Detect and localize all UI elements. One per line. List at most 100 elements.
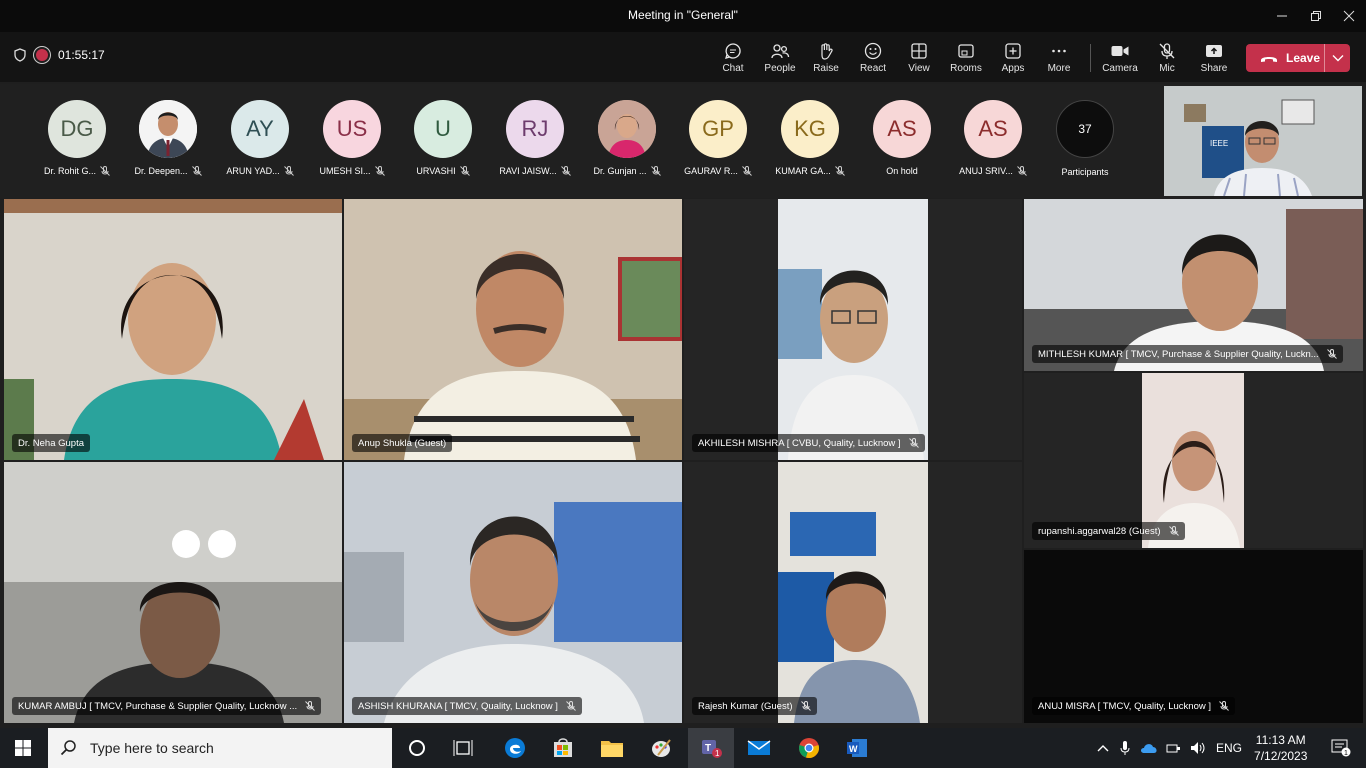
edge-app[interactable]	[492, 728, 538, 768]
person-photo	[139, 100, 197, 158]
task-view-button[interactable]	[440, 728, 486, 768]
palette-icon	[652, 739, 671, 757]
raise-hand-button[interactable]: Raise	[802, 40, 850, 80]
mic-off-icon	[1159, 43, 1175, 59]
mic-button[interactable]: Mic	[1143, 40, 1191, 80]
system-tray: ENG 11:13 AM 7/12/2023 1	[1096, 728, 1351, 768]
participant-name: ARUN YAD...	[226, 166, 280, 176]
avatar: GP	[689, 100, 747, 158]
word-icon: W	[847, 739, 867, 757]
participant-video	[344, 199, 682, 460]
rooms-button[interactable]: Rooms	[942, 40, 990, 80]
restore-button[interactable]	[1299, 0, 1333, 32]
video-tile[interactable]: Dr. Neha Gupta	[4, 199, 342, 460]
participant-avatar[interactable]: AS On hold	[862, 100, 942, 176]
video-tile[interactable]: ASHISH KHURANA [ TMCV, Quality, Lucknow …	[344, 462, 682, 723]
view-label: View	[908, 63, 930, 74]
start-button[interactable]	[0, 728, 46, 768]
restore-icon	[1311, 11, 1321, 21]
paint-app[interactable]	[638, 728, 684, 768]
participant-avatar[interactable]: US UMESH SI...	[312, 100, 392, 176]
chrome-app[interactable]	[786, 728, 832, 768]
person-photo	[598, 100, 656, 158]
share-button[interactable]: Share	[1190, 40, 1238, 80]
store-app[interactable]	[540, 728, 586, 768]
chat-icon	[725, 43, 741, 59]
participant-name: GAURAV R...	[684, 166, 738, 176]
close-icon	[1343, 10, 1355, 22]
video-tile[interactable]: rupanshi.aggarwal28 (Guest)	[1024, 373, 1363, 548]
participant-avatar[interactable]: RJ RAVI JAISW...	[495, 100, 575, 176]
video-tile[interactable]: AKHILESH MISHRA [ CVBU, Quality, Lucknow…	[684, 199, 1022, 460]
close-button[interactable]	[1332, 0, 1366, 32]
volume-icon[interactable]	[1190, 741, 1208, 755]
teams-app[interactable]: T1	[688, 728, 734, 768]
task-view-icon	[453, 740, 473, 756]
apps-button[interactable]: Apps	[989, 40, 1037, 80]
participant-strip: DG Dr. Rohit G... Dr. Deepen... AY ARUN …	[0, 84, 1366, 198]
mic-off-icon	[566, 701, 576, 711]
hand-icon	[821, 43, 833, 60]
participant-name: KUMAR AMBUJ [ TMCV, Purchase & Supplier …	[18, 700, 298, 712]
microphone-icon[interactable]	[1120, 740, 1130, 756]
notification-badge: 1	[1344, 750, 1348, 757]
avatar: US	[323, 100, 381, 158]
word-app[interactable]: W	[834, 728, 880, 768]
clock[interactable]: 11:13 AM 7/12/2023	[1254, 732, 1307, 764]
network-icon[interactable]	[1166, 741, 1182, 755]
mail-app[interactable]	[736, 728, 782, 768]
people-label: People	[764, 63, 796, 74]
camera-button[interactable]: Camera	[1096, 40, 1144, 80]
shield-icon	[14, 48, 26, 62]
minimize-button[interactable]	[1265, 0, 1299, 32]
participant-avatar[interactable]: GP GAURAV R...	[678, 100, 758, 176]
chevron-up-icon[interactable]	[1096, 743, 1110, 753]
participant-name: KUMAR GA...	[775, 166, 831, 176]
people-button[interactable]: People	[756, 40, 804, 80]
participant-avatar[interactable]: Dr. Gunjan ...	[587, 100, 667, 176]
mic-off-icon	[650, 166, 661, 176]
more-button[interactable]: More	[1035, 40, 1083, 80]
meeting-timer: 01:55:17	[58, 48, 105, 62]
chat-button[interactable]: Chat	[709, 40, 757, 80]
video-tile[interactable]: ANUJ MISRA [ TMCV, Quality, Lucknow ]	[1024, 550, 1363, 723]
notifications-icon[interactable]: 1	[1331, 739, 1351, 757]
cortana-icon	[409, 740, 425, 756]
file-explorer-app[interactable]	[589, 728, 635, 768]
language-indicator[interactable]: ENG	[1216, 741, 1242, 755]
participant-avatar[interactable]: DG Dr. Rohit G...	[37, 100, 117, 176]
cortana-button[interactable]	[394, 728, 440, 768]
onedrive-icon[interactable]	[1140, 742, 1158, 754]
mic-off-icon	[742, 166, 752, 176]
taskbar-search-box[interactable]: Type here to search	[48, 728, 392, 768]
video-tile[interactable]: MITHLESH KUMAR [ TMCV, Purchase & Suppli…	[1024, 199, 1363, 371]
participant-avatar[interactable]: KG KUMAR GA...	[770, 100, 850, 176]
share-screen-icon	[1206, 45, 1222, 57]
camera-label: Camera	[1102, 63, 1138, 74]
participant-avatar[interactable]: Dr. Deepen...	[128, 100, 208, 176]
participant-avatar[interactable]: U URVASHI	[403, 100, 483, 176]
leave-options-button[interactable]	[1324, 44, 1350, 72]
participants-count-button[interactable]: 37 Participants	[1045, 100, 1125, 177]
participant-video	[344, 462, 682, 723]
self-view-video[interactable]: IEEE	[1164, 86, 1362, 196]
teams-icon: T1	[702, 740, 722, 758]
avatar: AS	[964, 100, 1022, 158]
participant-avatar[interactable]: AY ARUN YAD...	[220, 100, 300, 176]
view-button[interactable]: View	[895, 40, 943, 80]
avatar: KG	[781, 100, 839, 158]
participant-name: UMESH SI...	[319, 166, 371, 176]
react-button[interactable]: React	[849, 40, 897, 80]
avatar: U	[414, 100, 472, 158]
participant-name: MITHLESH KUMAR [ TMCV, Purchase & Suppli…	[1038, 348, 1319, 360]
video-tile[interactable]: Rajesh Kumar (Guest)	[684, 462, 1022, 723]
participant-name: Dr. Gunjan ...	[593, 166, 647, 176]
video-tile[interactable]: Anup Shukla (Guest)	[344, 199, 682, 460]
video-tile[interactable]: KUMAR AMBUJ [ TMCV, Purchase & Supplier …	[4, 462, 342, 723]
participant-avatar[interactable]: AS ANUJ SRIV...	[953, 100, 1033, 176]
mic-off-icon	[305, 701, 315, 711]
participant-name: Dr. Neha Gupta	[18, 437, 85, 449]
participant-name: Dr. Deepen...	[134, 166, 188, 176]
leave-button[interactable]: Leave	[1246, 44, 1324, 72]
more-label: More	[1047, 63, 1071, 74]
